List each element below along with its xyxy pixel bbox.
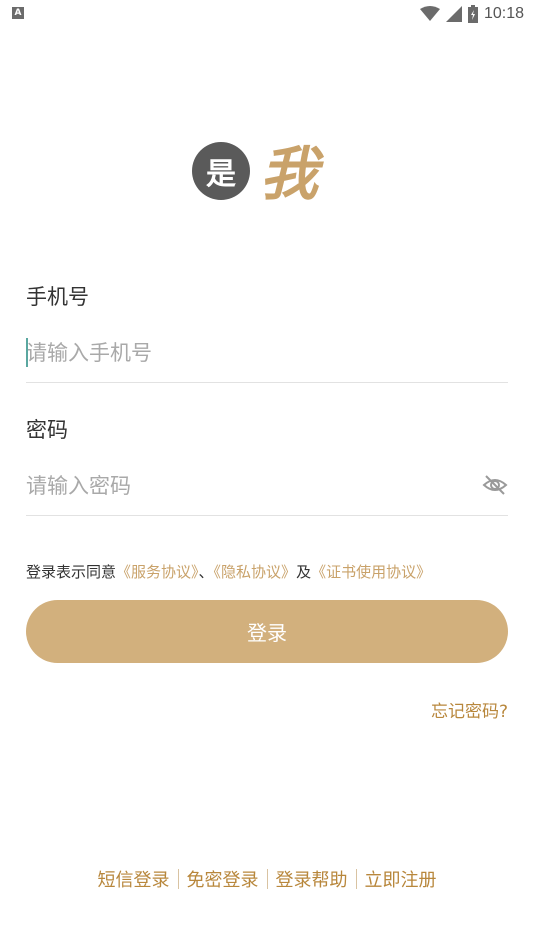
passwordless-login-link[interactable]: 免密登录 <box>179 866 267 892</box>
status-time: 10:18 <box>483 5 524 22</box>
sms-login-link[interactable]: 短信登录 <box>90 866 178 892</box>
phone-input[interactable] <box>26 335 466 371</box>
status-bar: A 10:18 <box>0 0 534 28</box>
wifi-icon <box>419 6 440 21</box>
phone-label: 手机号 <box>26 285 89 309</box>
status-icons: 10:18 <box>419 4 524 24</box>
phone-input-row <box>26 323 508 383</box>
logo-char: 我 <box>260 140 319 208</box>
battery-icon <box>467 5 478 23</box>
agreement-prefix: 登录表示同意 <box>26 563 117 581</box>
logo-circle-char: 是 <box>206 157 236 192</box>
app-logo: 是 我 <box>188 136 348 216</box>
password-input-row <box>26 456 508 516</box>
register-link[interactable]: 立即注册 <box>357 866 445 892</box>
privacy-agreement-link[interactable]: 《隐私协议》 <box>214 563 297 581</box>
login-button[interactable]: 登录 <box>26 600 508 663</box>
forgot-password-link[interactable]: 忘记密码? <box>431 697 508 722</box>
agreement-separator: 、 <box>198 563 214 581</box>
agreement-text: 登录表示同意《服务协议》、《隐私协议》及《证书使用协议》 <box>26 561 431 582</box>
bottom-links: 短信登录 免密登录 登录帮助 立即注册 <box>0 866 534 892</box>
notification-icon: A <box>12 7 24 19</box>
service-agreement-link[interactable]: 《服务协议》 <box>116 563 199 581</box>
logo-circle: 是 <box>192 142 250 200</box>
password-input[interactable] <box>26 468 466 504</box>
login-help-link[interactable]: 登录帮助 <box>268 866 356 892</box>
password-label: 密码 <box>26 418 68 442</box>
signal-icon <box>445 6 462 22</box>
eye-hidden-icon[interactable] <box>482 472 508 498</box>
certificate-agreement-link[interactable]: 《证书使用协议》 <box>311 563 431 581</box>
agreement-and: 及 <box>296 563 312 581</box>
text-cursor <box>26 338 28 367</box>
